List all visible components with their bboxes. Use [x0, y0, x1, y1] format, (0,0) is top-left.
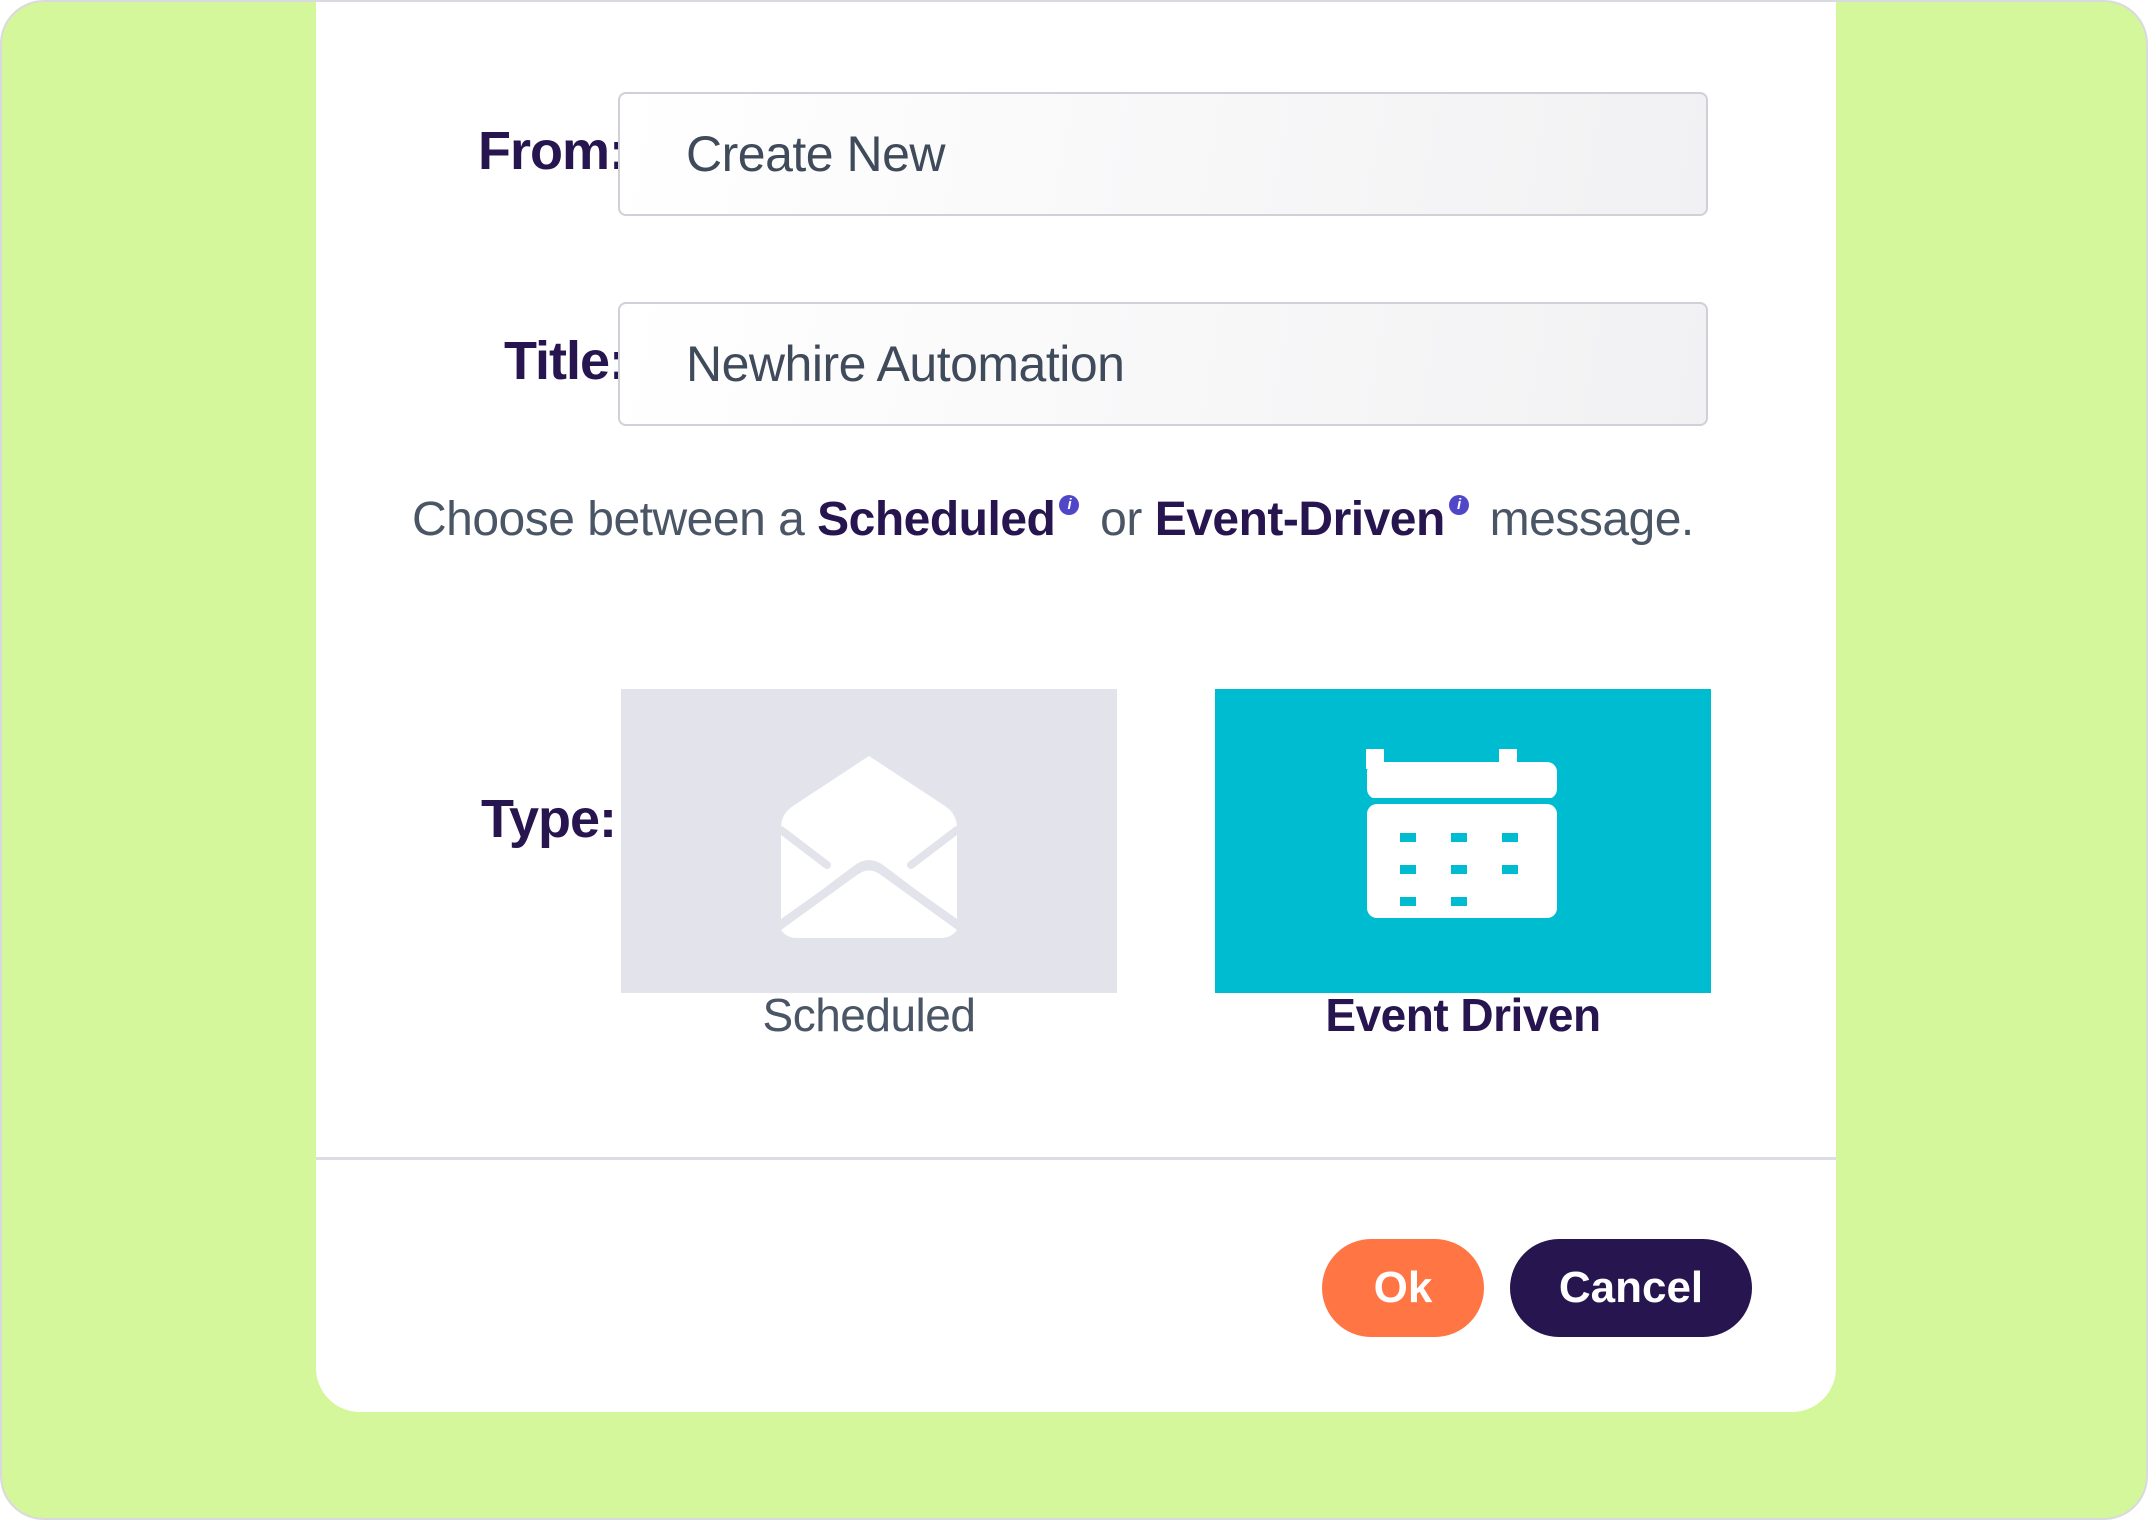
- ok-button[interactable]: Ok: [1322, 1239, 1484, 1337]
- from-field[interactable]: Create New: [618, 92, 1708, 216]
- page-background: From: Create New Title: Newhire Automati…: [0, 0, 2148, 1520]
- event-driven-type-card[interactable]: [1215, 689, 1711, 993]
- automation-dialog: From: Create New Title: Newhire Automati…: [316, 2, 1836, 1412]
- title-field[interactable]: Newhire Automation: [618, 302, 1708, 426]
- footer-divider: [316, 1157, 1836, 1160]
- cancel-button[interactable]: Cancel: [1510, 1239, 1752, 1337]
- calendar-icon: [1366, 749, 1557, 918]
- event-driven-info-icon[interactable]: i: [1448, 495, 1469, 515]
- instructions-prefix: Choose between a: [412, 493, 818, 546]
- type-instructions: Choose between a Scheduled i or Event-Dri…: [412, 492, 1694, 547]
- scheduled-term: Scheduled: [817, 493, 1056, 546]
- scheduled-type-card[interactable]: [621, 689, 1117, 993]
- envelope-open-icon: [777, 756, 961, 938]
- event-driven-type-label[interactable]: Event Driven: [1215, 988, 1711, 1042]
- instructions-suffix: message.: [1476, 493, 1695, 546]
- instructions-middle: or: [1087, 493, 1155, 546]
- from-label: From:: [478, 121, 627, 181]
- title-label: Title:: [503, 331, 627, 391]
- scheduled-type-label[interactable]: Scheduled: [621, 988, 1117, 1042]
- event-driven-term: Event-Driven: [1154, 493, 1446, 546]
- type-label: Type:: [480, 789, 617, 849]
- scheduled-info-icon[interactable]: i: [1059, 495, 1080, 515]
